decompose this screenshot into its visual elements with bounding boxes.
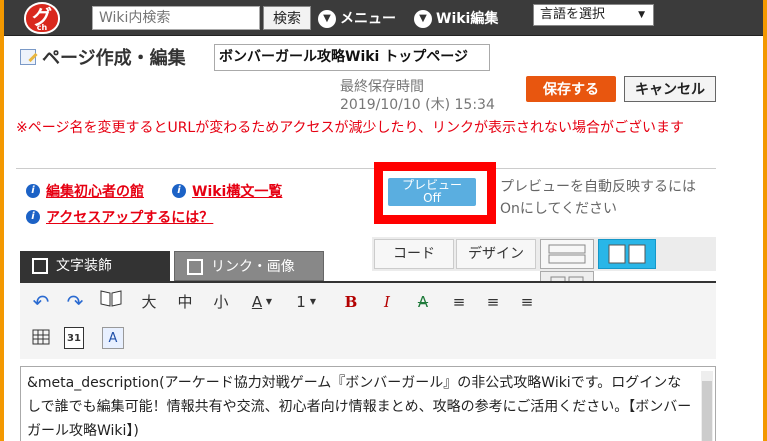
page-heading: ページ作成・編集 [42, 48, 186, 69]
wiki-edit-label: Wiki編集 [436, 11, 499, 27]
wiki-edit-dropdown[interactable]: ▼ Wiki編集 [414, 8, 498, 30]
chevron-down-icon: ▼ [318, 10, 336, 28]
font-large-button[interactable]: 大 [136, 289, 162, 315]
align-left-icon[interactable]: ≡ [446, 289, 472, 315]
design-mode-button[interactable]: デザイン [456, 239, 536, 269]
edit-page-icon [20, 49, 36, 65]
font-small-button[interactable]: 小 [208, 289, 234, 315]
tab-label: リンク・画像 [211, 259, 295, 275]
tab-text-decoration[interactable]: 文字装飾 [20, 251, 170, 281]
align-right-icon[interactable]: ≡ [514, 289, 540, 315]
image-icon [187, 259, 203, 275]
editor-scrollbar[interactable] [701, 371, 713, 441]
chevron-down-icon: ▼ [414, 10, 432, 28]
language-select-value: 言語を選択 [540, 7, 606, 22]
strike-button[interactable]: A [410, 289, 436, 315]
preview-note-line2: Onにしてください [500, 201, 618, 217]
menu-dropdown[interactable]: ▼ メニュー [318, 8, 396, 30]
wiki-search-input[interactable] [92, 6, 260, 30]
cancel-button[interactable]: キャンセル [624, 76, 716, 102]
preview-note-line1: プレビューを自動反映するには [500, 179, 696, 195]
dropdown-arrow-icon: ▼ [638, 10, 645, 20]
wiki-editor-textarea[interactable]: &meta_description(アーケード協力対戦ゲーム『ボンバーガール』の… [20, 366, 716, 441]
undo-icon[interactable]: ↶ [28, 289, 54, 315]
formatting-toolbar: ↶ ↷ 大 中 小 A ▼ 1 ▼ B I A ≡ ≡ ≡ 31 A [20, 281, 716, 359]
page-title-input[interactable]: ボンバーガール攻略Wiki トップページ [214, 44, 490, 71]
dictionary-icon[interactable] [98, 289, 124, 315]
page-name-warning: ※ページ名を変更するとURLが変わるためアクセスが減少したり、リンクが表示されな… [16, 120, 684, 136]
editor-content: &meta_description(アーケード協力対戦ゲーム『ボンバーガール』の… [27, 375, 692, 439]
top-bar: グ ch 検索 ▼メニュー ▼Wiki編集 言語を選択 ▼ [4, 0, 763, 36]
pen-icon [32, 258, 48, 274]
wiki-syntax-link[interactable]: Wiki構文一覧 [192, 181, 282, 201]
tab-link-image[interactable]: リンク・画像 [174, 251, 324, 281]
page-frame: グ ch 検索 ▼メニュー ▼Wiki編集 言語を選択 ▼ ページ作成・編集 ボ… [4, 0, 763, 441]
calendar-icon[interactable]: 31 [64, 327, 84, 349]
layout-stacked-icon[interactable] [540, 239, 594, 269]
logo-sub: ch [36, 23, 48, 32]
font-medium-button[interactable]: 中 [172, 289, 198, 315]
language-select[interactable]: 言語を選択 ▼ [533, 4, 654, 26]
menu-label: メニュー [340, 11, 396, 27]
site-logo[interactable]: グ ch [24, 2, 60, 34]
italic-button[interactable]: I [374, 289, 400, 315]
save-button[interactable]: 保存する [526, 76, 616, 102]
text-box-icon[interactable]: A [102, 327, 124, 349]
scrollbar-thumb[interactable] [702, 381, 712, 441]
code-mode-button[interactable]: コード [374, 239, 454, 269]
align-center-icon[interactable]: ≡ [480, 289, 506, 315]
divider [16, 168, 716, 169]
search-button[interactable]: 検索 [263, 6, 311, 30]
layout-side-by-side-icon[interactable] [598, 239, 656, 269]
table-icon[interactable] [28, 327, 54, 353]
last-saved-time: 2019/10/10 (木) 15:34 [340, 97, 495, 113]
chevron-down-icon[interactable]: ▼ [264, 289, 274, 315]
beginner-guide-link[interactable]: 編集初心者の館 [46, 181, 144, 201]
info-icon: i [172, 184, 186, 198]
info-icon: i [26, 184, 40, 198]
tab-label: 文字装飾 [56, 258, 112, 274]
preview-note: プレビューを自動反映するには Onにしてください [500, 176, 740, 220]
redo-icon[interactable]: ↷ [62, 289, 88, 315]
info-icon: i [26, 210, 40, 224]
access-up-link[interactable]: アクセスアップするには？ [46, 207, 213, 227]
highlight-box [374, 162, 496, 224]
last-saved-label: 最終保存時間 [340, 79, 424, 95]
bold-button[interactable]: B [338, 289, 364, 315]
chevron-down-icon[interactable]: ▼ [308, 289, 318, 315]
